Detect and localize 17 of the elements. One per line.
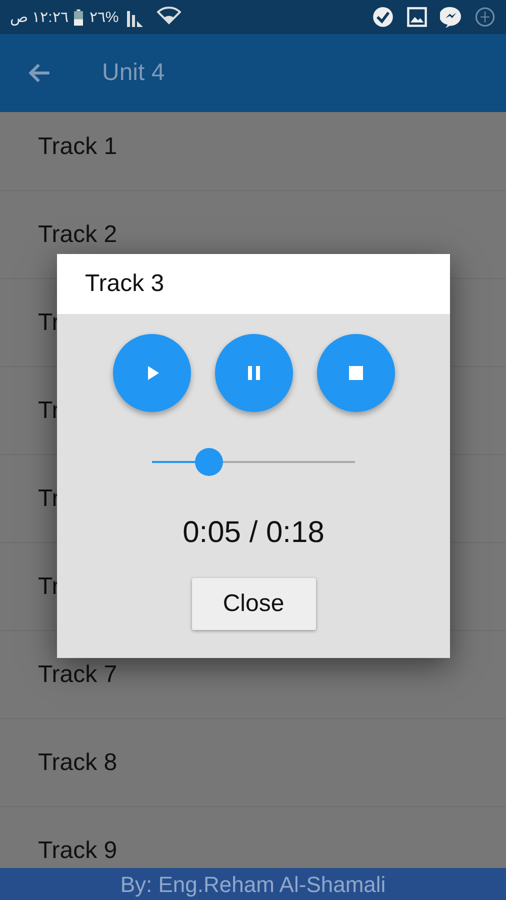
seek-slider[interactable]	[152, 448, 355, 476]
dialog-title: Track 3	[57, 254, 450, 314]
image-icon	[406, 6, 428, 28]
track-item[interactable]: Track 8	[0, 719, 506, 807]
battery-icon	[74, 8, 84, 26]
playback-time: 0:05 / 0:18	[182, 516, 324, 550]
messenger-icon	[440, 6, 462, 28]
author-footer: By: Eng.Reham Al-Shamali	[0, 868, 506, 900]
screen-title: Unit 4	[102, 59, 165, 87]
track-item[interactable]: Track 1	[0, 112, 506, 191]
pause-button[interactable]	[214, 334, 292, 412]
battery-percent: %٢٦	[89, 8, 119, 26]
clock: ١٢:٢٦ ص	[10, 8, 68, 26]
close-button[interactable]: Close	[192, 578, 316, 630]
check-circle-icon	[372, 6, 394, 28]
stop-button[interactable]	[316, 334, 394, 412]
play-button[interactable]	[112, 334, 190, 412]
